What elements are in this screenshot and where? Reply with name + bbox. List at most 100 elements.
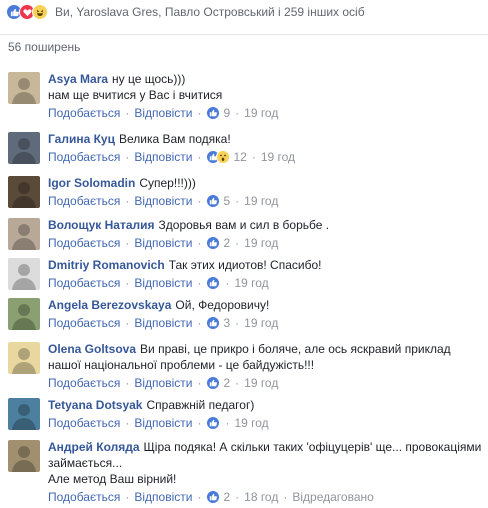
separator: ·: [197, 236, 202, 250]
haha-icon: [32, 4, 48, 20]
separator: ·: [125, 376, 130, 390]
reply-link[interactable]: Відповісти: [134, 490, 192, 504]
shares-bar: 56 поширень: [0, 34, 488, 58]
comment-author[interactable]: Галина Куц: [48, 132, 115, 146]
like-link[interactable]: Подобається: [48, 236, 120, 250]
comment-body: Андрей Коляда Щіра подяка! А скільки таки…: [48, 439, 484, 505]
like-link[interactable]: Подобається: [48, 316, 120, 330]
separator: ·: [235, 316, 240, 330]
avatar[interactable]: [8, 72, 40, 104]
reaction-number: 2: [223, 236, 231, 250]
comment-body: Angela Berezovskaya Ой, Федоровичу! Подоба…: [48, 297, 484, 331]
reply-link[interactable]: Відповісти: [134, 150, 192, 164]
avatar[interactable]: [8, 398, 40, 430]
reaction-number: 5: [223, 194, 231, 208]
avatar[interactable]: [8, 440, 40, 472]
comment-actions: Подобається · Відповісти · 5 · 19 год: [48, 193, 484, 209]
separator: ·: [125, 490, 130, 504]
reply-link[interactable]: Відповісти: [134, 316, 192, 330]
like-link[interactable]: Подобається: [48, 106, 120, 120]
reaction-count[interactable]: 5: [206, 194, 230, 208]
separator: ·: [125, 236, 130, 250]
comment-author[interactable]: Olena Goltsova: [48, 342, 136, 356]
comment-timestamp[interactable]: 19 год: [244, 194, 278, 208]
comment-message: ну це щось))): [112, 72, 186, 86]
comment-author[interactable]: Igor Solomadin: [48, 176, 135, 190]
like-link[interactable]: Подобається: [48, 376, 120, 390]
separator: ·: [125, 316, 130, 330]
comment-message: Так этих идиотов! Спасибо!: [168, 258, 322, 272]
reply-link[interactable]: Відповісти: [134, 376, 192, 390]
like-link[interactable]: Подобається: [48, 490, 120, 504]
reaction-count[interactable]: 2: [206, 490, 230, 504]
comment-body: Галина Куц Велика Вам подяка! Подобається ·…: [48, 131, 484, 165]
avatar[interactable]: [8, 132, 40, 164]
avatar[interactable]: [8, 176, 40, 208]
reaction-icons[interactable]: [6, 4, 48, 20]
separator: ·: [225, 276, 230, 290]
reply-link[interactable]: Відповісти: [134, 106, 192, 120]
comment-timestamp[interactable]: 19 год: [244, 316, 278, 330]
comment-actions: Подобається · Відповісти · 9 · 19 год: [48, 105, 484, 121]
like-icon: [206, 236, 221, 250]
comment-actions: Подобається · Відповісти · 2 · 19 год: [48, 375, 484, 391]
reply-link[interactable]: Відповісти: [134, 236, 192, 250]
comment-timestamp[interactable]: 19 год: [261, 150, 295, 164]
separator: ·: [125, 106, 130, 120]
comment-timestamp[interactable]: 19 год: [244, 106, 278, 120]
reaction-count[interactable]: [206, 416, 221, 430]
avatar[interactable]: [8, 218, 40, 250]
comment-text: Asya Mara ну це щось))) нам ще вчитися у В…: [48, 71, 484, 103]
comment-timestamp[interactable]: 18 год: [244, 490, 278, 504]
comment-author[interactable]: Asya Mara: [48, 72, 108, 86]
like-link[interactable]: Подобається: [48, 416, 120, 430]
reaction-number: 2: [223, 490, 231, 504]
like-link[interactable]: Подобається: [48, 276, 120, 290]
shares-count[interactable]: 56 поширень: [8, 40, 80, 54]
comment-text: Волощук Наталия Здоровья вам и сил в борь…: [48, 217, 484, 233]
reaction-count[interactable]: [206, 276, 221, 290]
reaction-count[interactable]: 3: [206, 316, 230, 330]
comment-actions: Подобається · Відповісти · · 19 год: [48, 275, 484, 291]
avatar[interactable]: [8, 258, 40, 290]
like-link[interactable]: Подобається: [48, 150, 120, 164]
separator: ·: [235, 490, 240, 504]
comment-text: Angela Berezovskaya Ой, Федоровичу!: [48, 297, 484, 313]
separator: ·: [235, 236, 240, 250]
comment-timestamp[interactable]: 19 год: [234, 416, 268, 430]
reply-link[interactable]: Відповісти: [134, 416, 192, 430]
reaction-count[interactable]: 2: [206, 236, 230, 250]
avatar[interactable]: [8, 342, 40, 374]
edited-label[interactable]: Відредаговано: [292, 490, 373, 504]
reply-link[interactable]: Відповісти: [134, 194, 192, 208]
comment-author[interactable]: Волощук Наталия: [48, 218, 155, 232]
comment-message: Ой, Федоровичу!: [175, 298, 270, 312]
reply-link[interactable]: Відповісти: [134, 276, 192, 290]
reaction-count[interactable]: 2: [206, 376, 230, 390]
comment-actions: Подобається · Відповісти · 2 · 19 год: [48, 235, 484, 251]
comment-author[interactable]: Dmitriy Romanovich: [48, 258, 165, 272]
comment-timestamp[interactable]: 19 год: [234, 276, 268, 290]
separator: ·: [197, 276, 202, 290]
comment-author[interactable]: Андрей Коляда: [48, 440, 140, 454]
reactions-summary-bar: Ви, Yaroslava Gres, Павло Островський і …: [0, 0, 488, 24]
comment-text: Olena Goltsova Ви праві, це прикро і боля…: [48, 341, 484, 373]
comment-body: Dmitriy Romanovich Так этих идиотов! Спас…: [48, 257, 484, 291]
like-icon: [206, 416, 221, 430]
like-link[interactable]: Подобається: [48, 194, 120, 208]
comment-actions: Подобається · Відповісти · 2 · 18 год · Відредаг…: [48, 489, 484, 505]
avatar[interactable]: [8, 298, 40, 330]
separator: ·: [197, 490, 202, 504]
comment-author[interactable]: Angela Berezovskaya: [48, 298, 171, 312]
reaction-count[interactable]: 9: [206, 106, 230, 120]
reaction-count[interactable]: 12: [206, 150, 247, 164]
comment-timestamp[interactable]: 19 год: [244, 236, 278, 250]
comment-timestamp[interactable]: 19 год: [244, 376, 278, 390]
separator: ·: [283, 490, 288, 504]
like-icon: [206, 276, 221, 290]
comment-author[interactable]: Tetyana Dotsyak: [48, 398, 142, 412]
reactors-text[interactable]: Ви, Yaroslava Gres, Павло Островський і …: [55, 5, 365, 19]
comment-body: Волощук Наталия Здоровья вам и сил в борь…: [48, 217, 484, 251]
comment-message: Велика Вам подяка!: [118, 132, 231, 146]
comment-message: Здоровья вам и сил в борьбе .: [158, 218, 330, 232]
